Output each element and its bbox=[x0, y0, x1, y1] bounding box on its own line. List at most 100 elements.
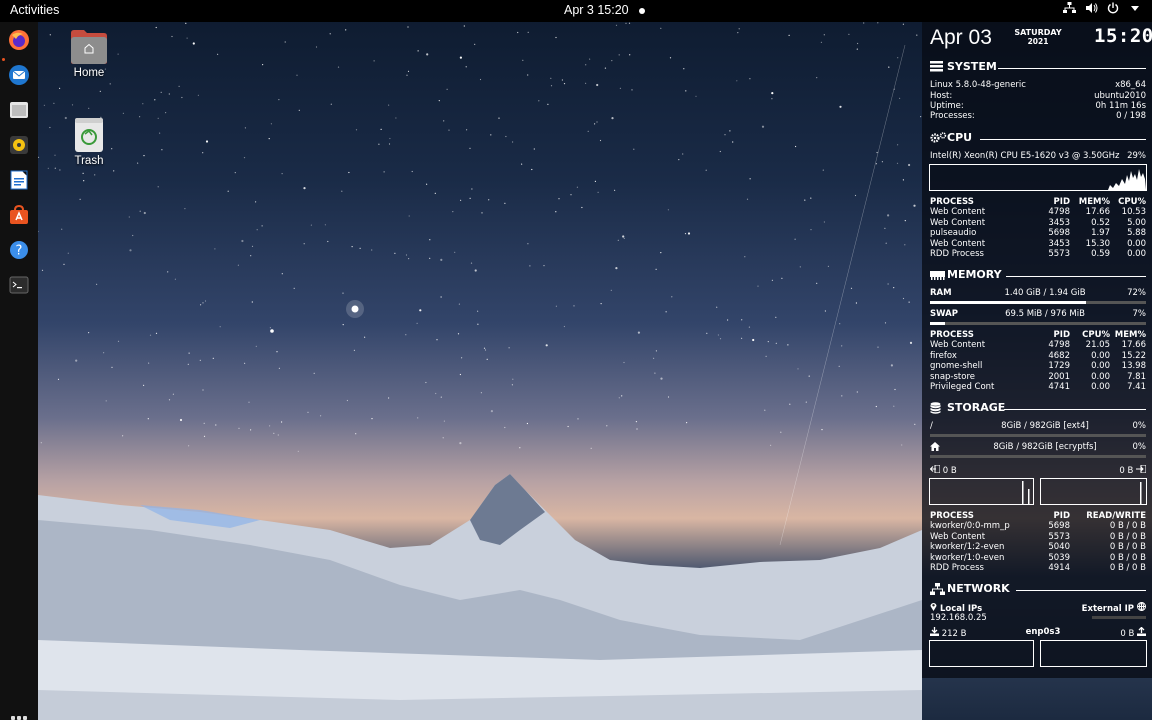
trash-icon[interactable]: Trash bbox=[59, 117, 119, 167]
mem-process-cell: 15.22 bbox=[1121, 350, 1146, 361]
local-ip-value: 192.168.0.25 bbox=[930, 613, 987, 623]
gears-icon bbox=[930, 132, 947, 143]
disk-read-icon bbox=[929, 464, 941, 474]
upload-value: 0 B bbox=[1120, 629, 1135, 639]
upload: 0 B bbox=[1120, 626, 1146, 639]
conky-system-monitor: Apr 03 SATURDAY 2021 15:20 SYSTEM Linux … bbox=[922, 22, 1152, 678]
cpu-process-row: RDD Process 5573 0.59 0.00 bbox=[930, 249, 1146, 259]
cpu-process-row: Web Content 3453 15.30 0.00 bbox=[930, 239, 1146, 249]
home-mount-icon bbox=[930, 442, 940, 454]
disk-read: 0 B bbox=[929, 464, 957, 476]
mem-process-cell: 2001 bbox=[1048, 371, 1070, 382]
cpu-process-cell: 0.00 bbox=[1127, 249, 1146, 259]
memory-title: MEMORY bbox=[947, 268, 1002, 281]
home-folder-icon[interactable]: Home bbox=[59, 29, 119, 79]
ram-usage-bar bbox=[930, 301, 1146, 304]
download-icon bbox=[930, 627, 939, 636]
libreoffice-writer-icon[interactable] bbox=[7, 168, 31, 192]
root-mount-label: / bbox=[930, 421, 933, 431]
processes-value: 0 / 198 bbox=[1116, 111, 1146, 121]
ram-value: 1.40 GiB / 1.94 GiB bbox=[1004, 288, 1086, 298]
activities-button[interactable]: Activities bbox=[10, 3, 59, 17]
io-process-cell: kworker/1:2-even bbox=[930, 542, 1005, 553]
conky-date: Apr 03 bbox=[930, 26, 992, 49]
cpu-process-cell: PROCESS bbox=[930, 197, 974, 207]
network-section-header: NETWORK bbox=[930, 582, 1010, 595]
rhythmbox-icon[interactable] bbox=[7, 133, 31, 157]
io-process-row: kworker/1:2-even 5040 0 B / 0 B bbox=[930, 542, 1146, 552]
io-process-header: PROCESS PID READ/WRITE bbox=[930, 511, 1146, 521]
cpu-process-cell: 5.00 bbox=[1127, 217, 1146, 228]
kernel-value: Linux 5.8.0-48-generic bbox=[930, 80, 1026, 90]
mem-process-cell: 4682 bbox=[1048, 350, 1070, 361]
cpu-process-cell: MEM% bbox=[1078, 197, 1110, 207]
storage-title: STORAGE bbox=[947, 401, 1006, 414]
files-icon[interactable] bbox=[7, 98, 31, 122]
power-icon bbox=[1106, 2, 1120, 16]
interface-name: enp0s3 bbox=[1025, 627, 1061, 637]
cpu-process-cell: 5698 bbox=[1048, 228, 1070, 239]
io-process-cell: 4914 bbox=[1048, 563, 1070, 573]
cpu-process-cell: 10.53 bbox=[1121, 207, 1146, 218]
show-applications-button[interactable] bbox=[11, 716, 27, 720]
swap-label: SWAP bbox=[930, 309, 958, 319]
mem-process-cell: gnome-shell bbox=[930, 361, 983, 372]
io-process-cell: RDD Process bbox=[930, 563, 984, 573]
io-process-cell: PID bbox=[1053, 511, 1070, 521]
network-icon bbox=[930, 583, 945, 595]
system-section-header: SYSTEM bbox=[930, 60, 997, 73]
mem-process-cell: PID bbox=[1053, 330, 1070, 340]
ram-label: RAM bbox=[930, 288, 952, 298]
root-usage-bar bbox=[930, 434, 1146, 437]
cpu-process-cell: 0.59 bbox=[1091, 249, 1110, 259]
cpu-usage: 29% bbox=[1127, 151, 1146, 161]
terminal-icon[interactable] bbox=[7, 273, 31, 297]
system-tray[interactable] bbox=[1062, 2, 1142, 16]
help-icon[interactable]: ? bbox=[7, 238, 31, 262]
firefox-icon[interactable] bbox=[7, 28, 31, 52]
mem-process-cell: 7.81 bbox=[1127, 371, 1146, 382]
io-process-cell: kworker/1:0-even bbox=[930, 552, 1005, 563]
home-usage-value: 8GiB / 982GiB [ecryptfs] bbox=[993, 442, 1097, 452]
software-icon[interactable] bbox=[7, 203, 31, 227]
processes-label: Processes: bbox=[930, 111, 975, 121]
mem-process-cell: Privileged Cont bbox=[930, 382, 995, 392]
map-pin-icon bbox=[930, 603, 937, 611]
thunderbird-icon[interactable] bbox=[7, 63, 31, 87]
mem-process-row: gnome-shell 1729 0.00 13.98 bbox=[930, 361, 1146, 371]
mem-process-cell: 0.00 bbox=[1091, 350, 1110, 361]
disk-write: 0 B bbox=[1119, 464, 1147, 476]
io-process-cell: 5039 bbox=[1048, 552, 1070, 563]
mem-process-cell: MEM% bbox=[1114, 330, 1146, 340]
uptime-value: 0h 11m 16s bbox=[1095, 101, 1146, 111]
clock-label: Apr 3 15:20 bbox=[564, 3, 629, 17]
dock: ? bbox=[0, 22, 38, 720]
cpu-process-cell: 4798 bbox=[1048, 207, 1070, 218]
cpu-process-cell: 0.00 bbox=[1127, 238, 1146, 249]
io-process-cell: READ/WRITE bbox=[1086, 511, 1146, 521]
ram-percent: 72% bbox=[1127, 288, 1146, 298]
clock-button[interactable]: Apr 3 15:20 bbox=[564, 3, 645, 17]
io-process-cell: 0 B / 0 B bbox=[1109, 542, 1146, 553]
chevron-down-icon bbox=[1128, 2, 1142, 16]
mem-process-cell: 4798 bbox=[1048, 340, 1070, 351]
system-title: SYSTEM bbox=[947, 60, 997, 73]
io-process-row: Web Content 5573 0 B / 0 B bbox=[930, 532, 1146, 542]
mem-process-cell: Web Content bbox=[930, 340, 986, 351]
mem-process-cell: 0.00 bbox=[1091, 361, 1110, 372]
host-label: Host: bbox=[930, 91, 953, 101]
cpu-section-header: CPU bbox=[930, 131, 972, 144]
disk-write-value: 0 B bbox=[1119, 466, 1134, 476]
io-process-cell: PROCESS bbox=[930, 511, 974, 521]
swap-value: 69.5 MiB / 976 MiB bbox=[1005, 309, 1085, 319]
home-usage-percent: 0% bbox=[1132, 442, 1147, 452]
mem-process-row: Privileged Cont 4741 0.00 7.41 bbox=[930, 382, 1146, 392]
swap-usage-bar bbox=[930, 322, 1146, 325]
cpu-process-cell: Web Content bbox=[930, 217, 986, 228]
cpu-process-cell: 1.97 bbox=[1091, 228, 1110, 239]
io-process-row: kworker/1:0-even 5039 0 B / 0 B bbox=[930, 553, 1146, 563]
trash-can-icon bbox=[70, 117, 108, 153]
arch-value: x86_64 bbox=[1115, 80, 1146, 90]
disk-read-graph bbox=[929, 478, 1034, 505]
root-usage-percent: 0% bbox=[1132, 421, 1147, 431]
